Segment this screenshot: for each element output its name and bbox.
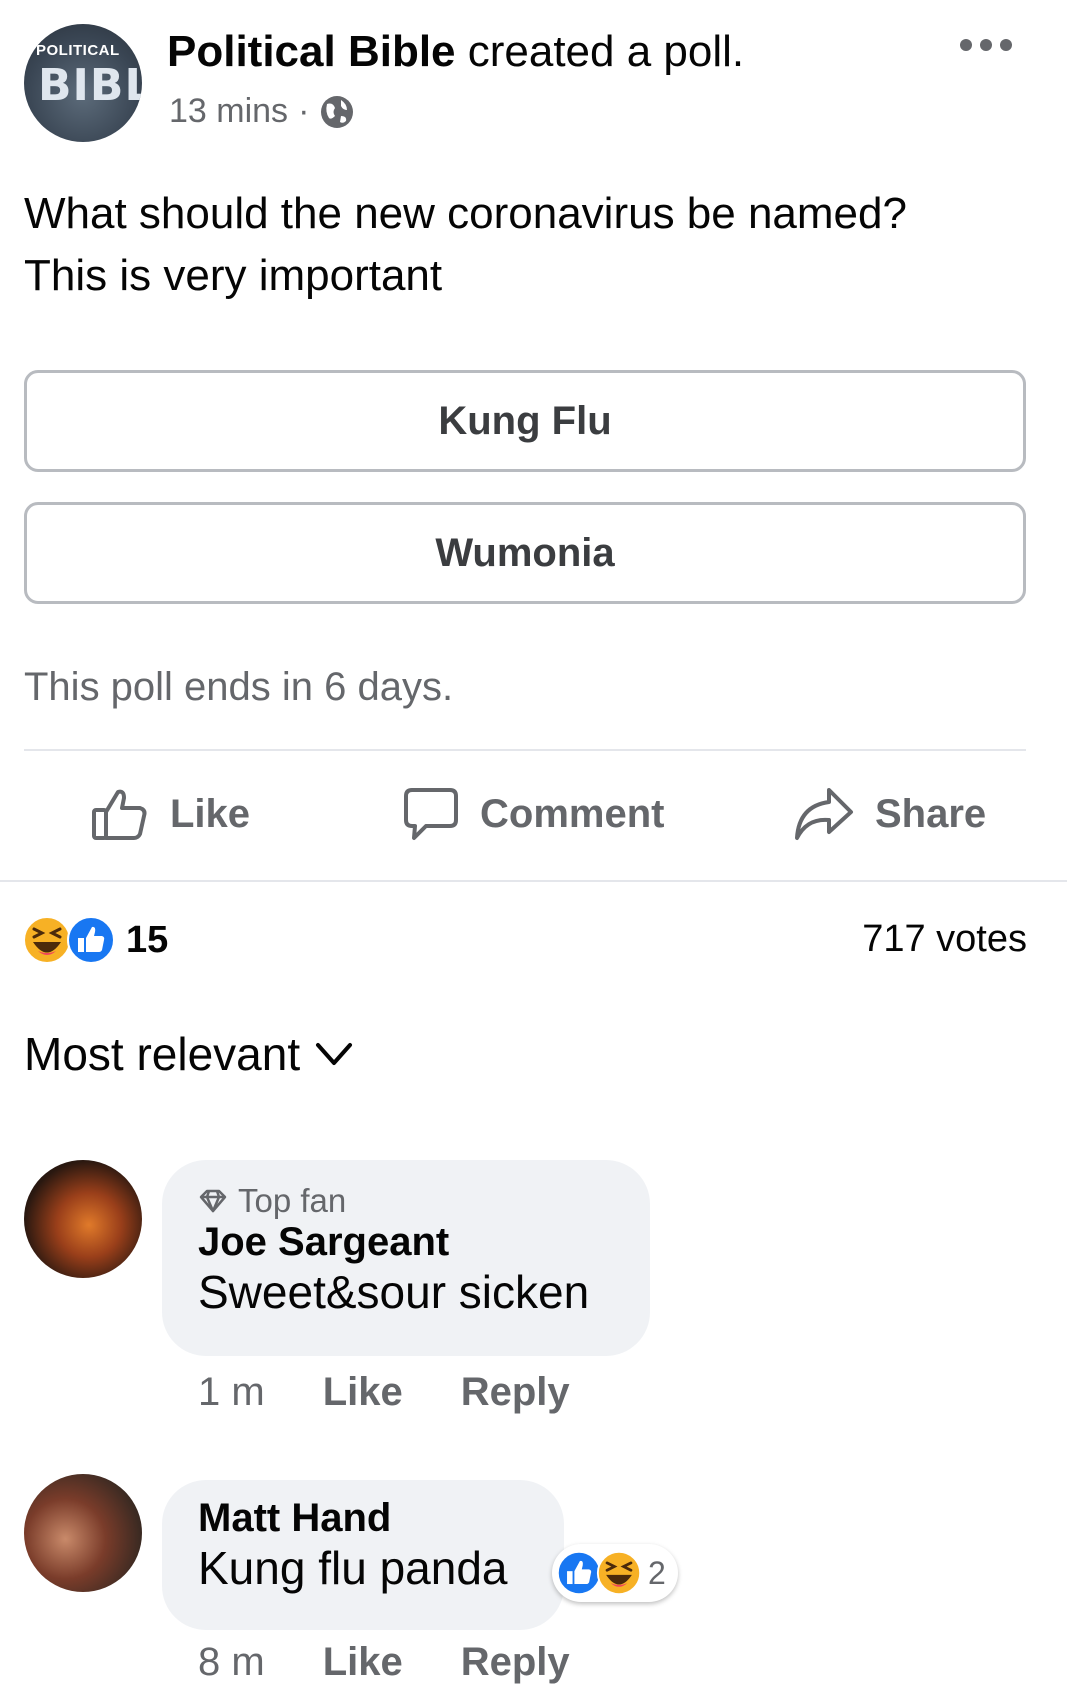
post-text-line-1: What should the new coronavirus be named… xyxy=(24,189,907,238)
avatar[interactable] xyxy=(24,1474,142,1592)
like-label: Like xyxy=(170,791,251,836)
globe-icon[interactable] xyxy=(319,94,355,130)
comment-reaction-count: 2 xyxy=(648,1554,666,1591)
like-reaction-icon xyxy=(66,915,116,965)
comment-actions: 1 m Like Reply xyxy=(198,1370,570,1415)
post-action-text: created a poll. xyxy=(455,27,745,76)
divider xyxy=(24,749,1026,751)
comment-timestamp[interactable]: 8 m xyxy=(198,1640,265,1685)
share-button[interactable]: Share xyxy=(793,784,986,844)
divider xyxy=(0,880,1067,882)
page-name-link[interactable]: Political Bible xyxy=(167,27,456,76)
share-label: Share xyxy=(875,791,987,836)
meta-separator: · xyxy=(298,92,310,130)
comment-author[interactable]: Matt Hand xyxy=(198,1496,528,1541)
chevron-down-icon xyxy=(314,1041,354,1067)
like-icon xyxy=(90,784,150,844)
like-button[interactable]: Like xyxy=(90,784,250,844)
top-fan-badge: Top fan xyxy=(198,1182,614,1220)
comment-reaction-summary[interactable]: 2 xyxy=(552,1544,678,1602)
haha-reaction-icon xyxy=(596,1550,642,1596)
comment-like-button[interactable]: Like xyxy=(323,1640,403,1685)
reaction-count: 15 xyxy=(126,918,169,961)
sort-label: Most relevant xyxy=(24,1028,301,1080)
comment-text: Kung flu panda xyxy=(198,1542,508,1594)
avatar[interactable] xyxy=(24,1160,142,1278)
post-meta: 13 mins · xyxy=(169,92,355,131)
more-options-icon[interactable] xyxy=(958,32,1014,58)
comment-reply-button[interactable]: Reply xyxy=(461,1640,570,1685)
haha-reaction-icon xyxy=(22,915,72,965)
comment-bubble: Matt Hand Kung flu panda xyxy=(162,1480,564,1630)
comment-bubble: Top fan Joe Sargeant Sweet&sour sicken xyxy=(162,1160,650,1356)
poll-end-notice: This poll ends in 6 days. xyxy=(24,665,454,709)
post-text-line-2: This is very important xyxy=(24,251,443,300)
comment-actions: 8 m Like Reply xyxy=(198,1640,570,1685)
post-text: What should the new coronavirus be named… xyxy=(24,183,1024,307)
poll-option-wumonia[interactable]: Wumonia xyxy=(24,502,1026,604)
page-avatar[interactable]: POLITICAL BIBLE xyxy=(24,24,142,142)
comment-like-button[interactable]: Like xyxy=(323,1370,403,1415)
reaction-summary[interactable]: 15 xyxy=(22,915,168,965)
avatar-logo-main: BIBLE xyxy=(38,60,142,111)
comment-sort-dropdown[interactable]: Most relevant xyxy=(24,1027,354,1081)
share-icon xyxy=(793,784,855,844)
comment-reply-button[interactable]: Reply xyxy=(461,1370,570,1415)
comment-label: Comment xyxy=(480,791,665,836)
poll-option-kung-flu[interactable]: Kung Flu xyxy=(24,370,1026,472)
comment-author[interactable]: Joe Sargeant xyxy=(198,1220,614,1265)
diamond-icon xyxy=(198,1189,228,1213)
vote-count[interactable]: 717 votes xyxy=(862,918,1027,961)
comment-text: Sweet&sour sicken xyxy=(198,1266,590,1318)
avatar-logo-top: POLITICAL xyxy=(36,42,120,59)
post-timestamp[interactable]: 13 mins xyxy=(169,92,288,131)
comment-button[interactable]: Comment xyxy=(402,784,664,844)
top-fan-label: Top fan xyxy=(238,1182,347,1219)
comment-icon xyxy=(402,784,460,844)
comment-timestamp[interactable]: 1 m xyxy=(198,1370,265,1415)
post-header-title: Political Bible created a poll. xyxy=(167,26,744,78)
